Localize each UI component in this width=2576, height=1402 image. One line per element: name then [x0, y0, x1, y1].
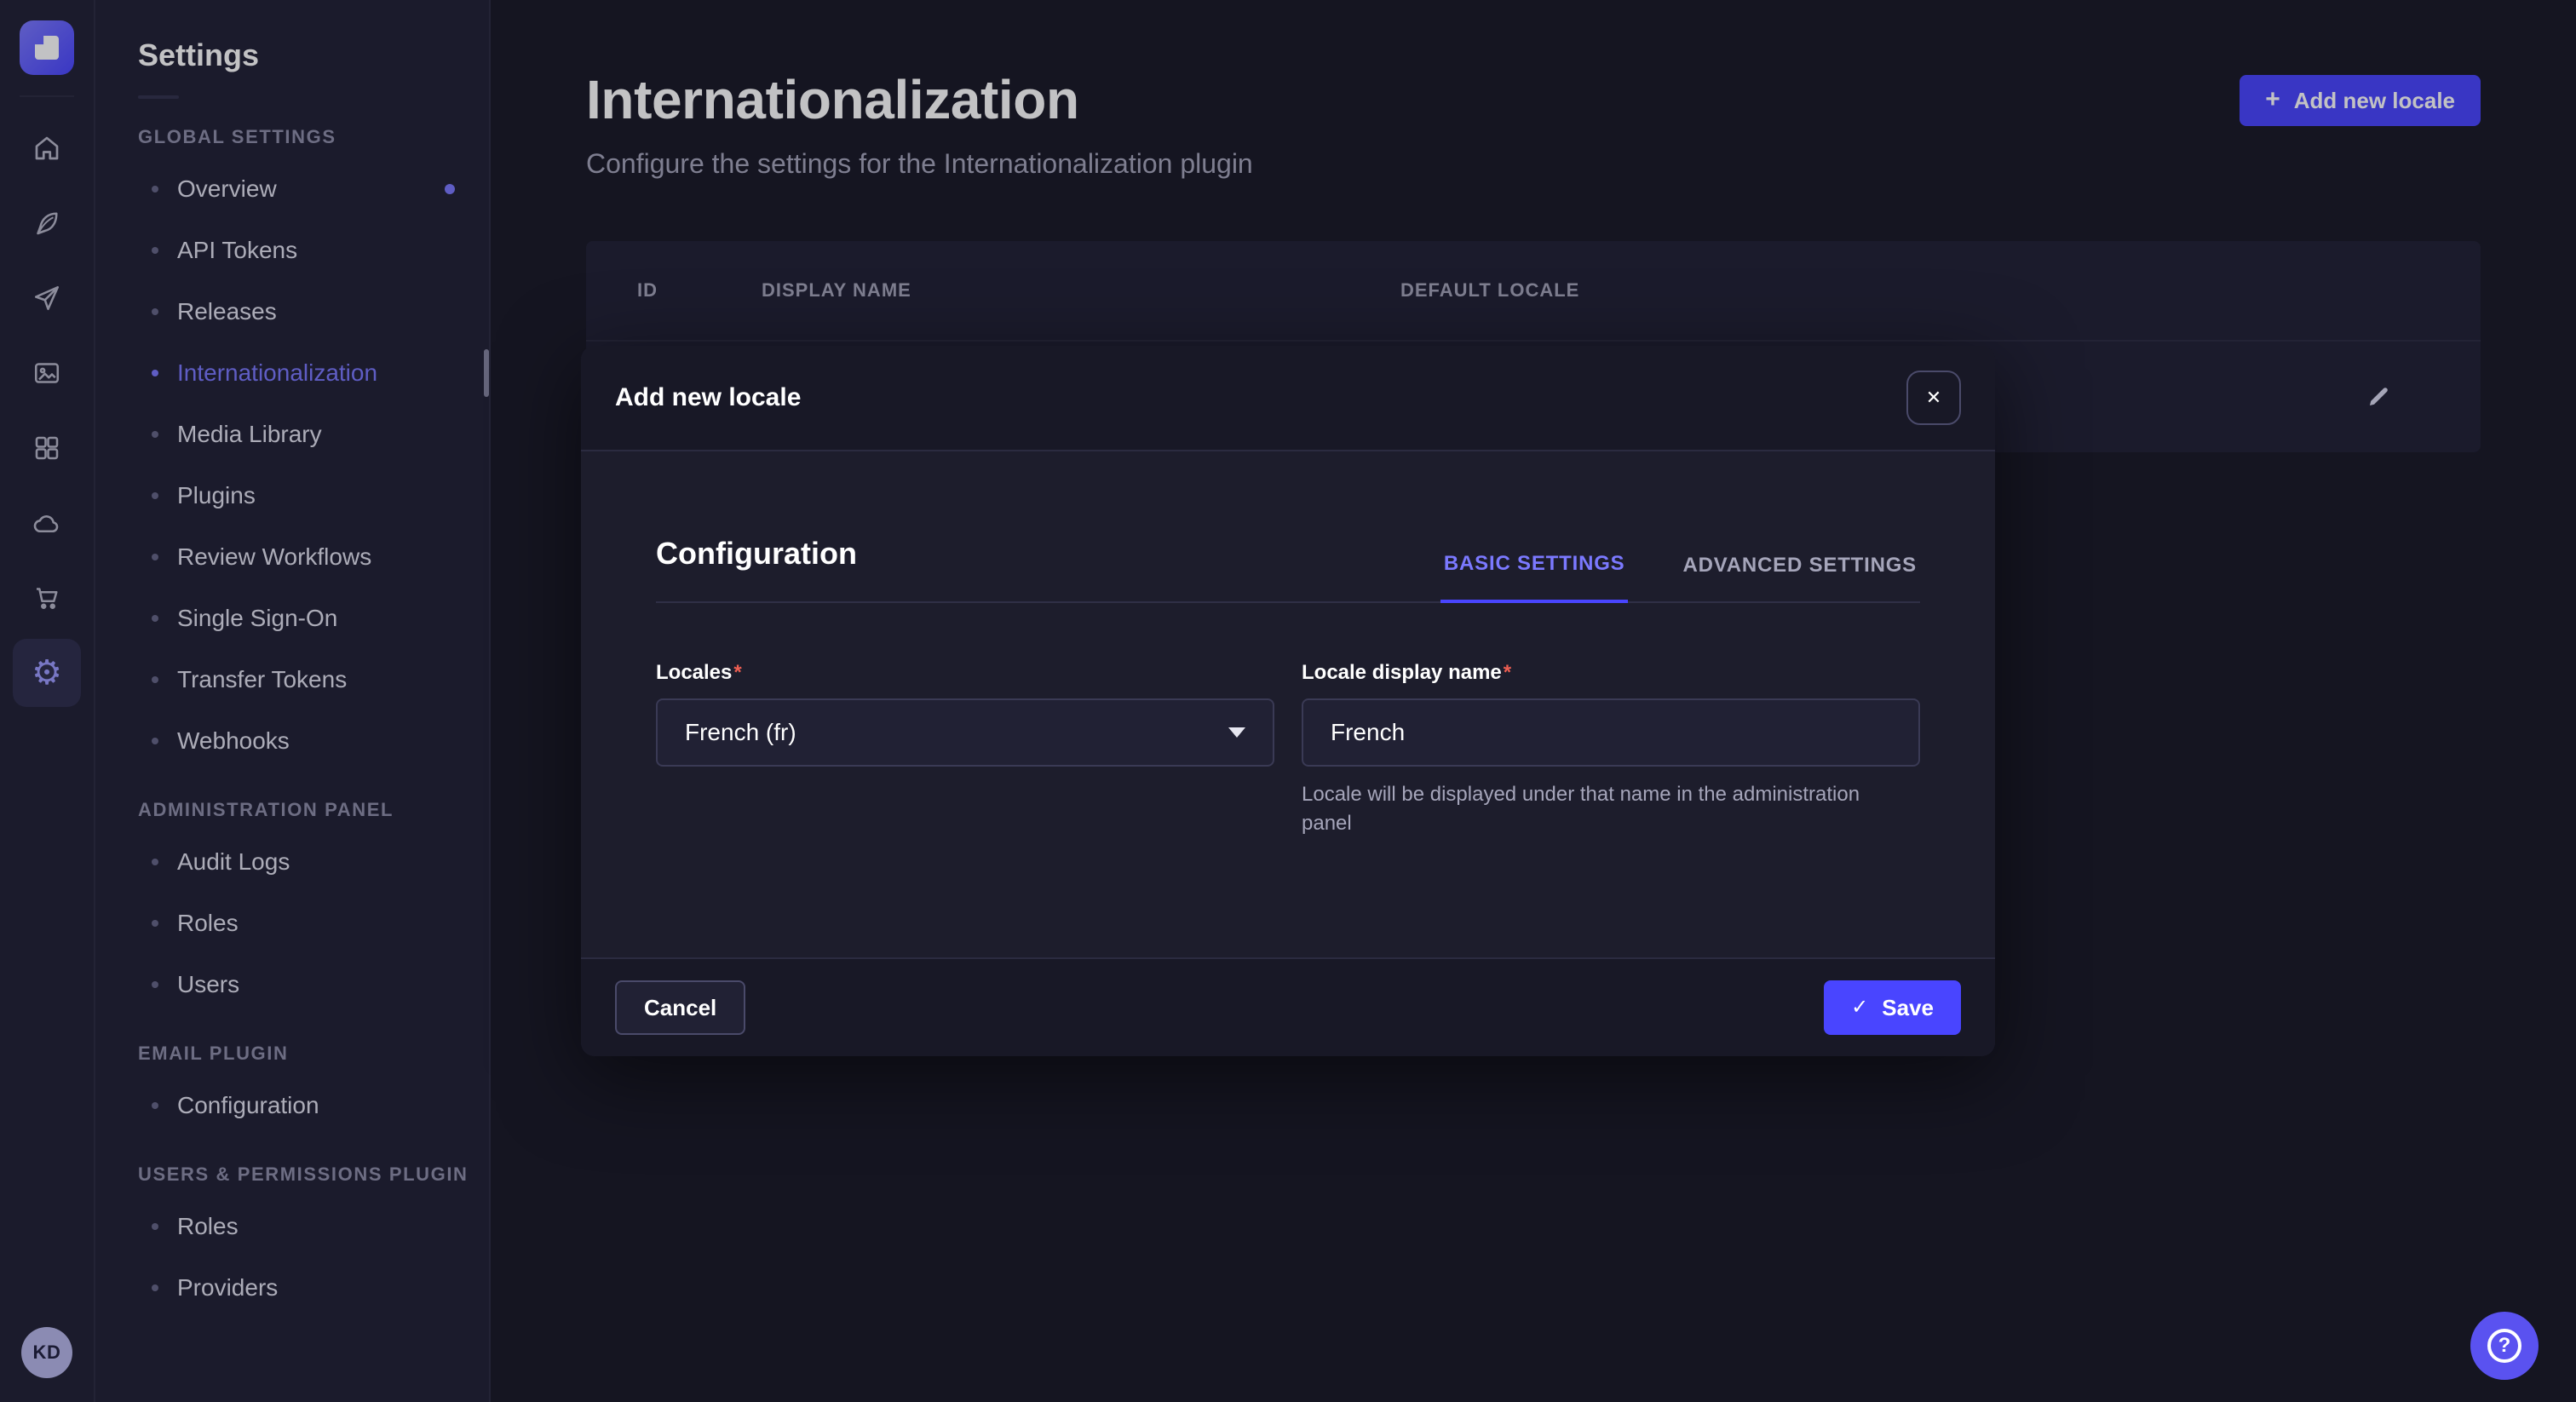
help-button[interactable]: ? — [2470, 1312, 2539, 1380]
display-name-field: Locale display name* Locale will be disp… — [1302, 661, 1920, 837]
configuration-heading: Configuration — [656, 533, 857, 601]
save-button-label: Save — [1882, 995, 1934, 1021]
add-locale-modal: Add new locale ✕ Configuration BASIC SET… — [581, 346, 1995, 1056]
modal-title: Add new locale — [615, 383, 801, 412]
display-name-input[interactable] — [1302, 698, 1920, 767]
locales-label: Locales* — [656, 661, 1274, 685]
cancel-button[interactable]: Cancel — [615, 980, 745, 1035]
question-mark-icon: ? — [2487, 1329, 2521, 1363]
display-name-label-text: Locale display name — [1302, 661, 1502, 684]
modal-header: Add new locale ✕ — [581, 346, 1995, 451]
check-icon: ✓ — [1851, 997, 1868, 1018]
locales-select[interactable]: French (fr) — [656, 698, 1274, 767]
close-glyph: ✕ — [1926, 388, 1941, 407]
question-glyph: ? — [2498, 1334, 2511, 1358]
required-asterisk: * — [733, 661, 741, 684]
tab-advanced-settings[interactable]: ADVANCED SETTINGS — [1679, 554, 1920, 601]
chevron-down-icon — [1228, 727, 1245, 738]
required-asterisk: * — [1504, 661, 1511, 684]
tab-basic-settings[interactable]: BASIC SETTINGS — [1440, 552, 1629, 603]
save-button[interactable]: ✓ Save — [1824, 980, 1961, 1035]
modal-body: Configuration BASIC SETTINGS ADVANCED SE… — [581, 451, 1995, 957]
display-name-hint: Locale will be displayed under that name… — [1302, 780, 1915, 837]
locales-label-text: Locales — [656, 661, 732, 684]
display-name-label: Locale display name* — [1302, 661, 1920, 685]
locales-select-value: French (fr) — [685, 719, 796, 746]
locales-field: Locales* French (fr) — [656, 661, 1274, 837]
modal-footer: Cancel ✓ Save — [581, 957, 1995, 1056]
settings-tabs: BASIC SETTINGS ADVANCED SETTINGS — [1440, 552, 1920, 601]
close-icon[interactable]: ✕ — [1906, 371, 1961, 425]
